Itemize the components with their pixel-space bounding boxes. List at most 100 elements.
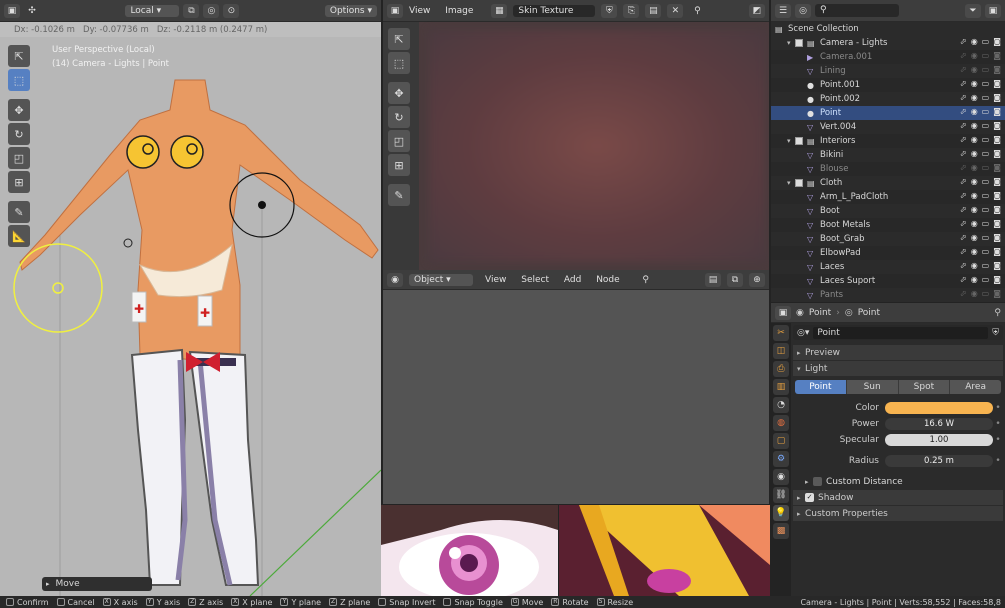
viewport-toggle-icon[interactable]: ▭ <box>982 65 990 74</box>
editor-type-icon[interactable]: ▣ <box>387 3 403 18</box>
render-toggle-icon[interactable]: ◙ <box>993 275 1001 284</box>
modifier-tab-icon[interactable]: ⚙ <box>773 451 789 467</box>
render-toggle-icon[interactable]: ◙ <box>993 219 1001 228</box>
scene-tab-icon[interactable]: ◔ <box>773 397 789 413</box>
viewport-toggle-icon[interactable]: ▭ <box>982 205 990 214</box>
light-panel-header[interactable]: ▾ Light <box>793 361 1003 376</box>
eye-icon[interactable]: ◉ <box>971 149 978 158</box>
menu-view[interactable]: View <box>485 275 506 285</box>
outliner-row[interactable]: ▽ Laces Suport ⬀ ◉ ▭ ◙ <box>771 274 1005 288</box>
rotate-tool-icon[interactable]: ↻ <box>388 106 410 128</box>
outliner-row[interactable]: ● Point.001 ⬀ ◉ ▭ ◙ <box>771 78 1005 92</box>
render-toggle-icon[interactable]: ◙ <box>993 205 1001 214</box>
keyframe-dot-icon[interactable]: • <box>993 419 1003 429</box>
select-toggle-icon[interactable]: ⬀ <box>960 107 967 116</box>
outliner-row[interactable]: ▶ Camera.001 ⬀ ◉ ▭ ◙ <box>771 50 1005 64</box>
menu-select[interactable]: Select <box>521 275 549 285</box>
viewport-toggle-icon[interactable]: ▭ <box>982 37 990 46</box>
new-collection-icon[interactable]: ▣ <box>985 3 1001 18</box>
outliner-row[interactable]: ▽ Laces ⬀ ◉ ▭ ◙ <box>771 260 1005 274</box>
annotate-tool-icon[interactable]: ✎ <box>388 184 410 206</box>
pin-icon[interactable]: ⚲ <box>638 273 654 287</box>
image-browse-icon[interactable]: ▦ <box>491 3 508 18</box>
select-toggle-icon[interactable]: ⬀ <box>960 275 967 284</box>
outliner-row[interactable]: ▾ ▤ Interiors ⬀ ◉ ▭ ◙ <box>771 134 1005 148</box>
outliner-row[interactable]: ▽ Lining ⬀ ◉ ▭ ◙ <box>771 64 1005 78</box>
texture-tab-icon[interactable]: ▩ <box>773 523 789 539</box>
overlay-icon[interactable]: ⊕ <box>749 272 765 287</box>
select-toggle-icon[interactable]: ⬀ <box>960 121 967 130</box>
exclude-checkbox[interactable] <box>795 137 803 145</box>
eye-icon[interactable]: ◉ <box>971 37 978 46</box>
render-toggle-icon[interactable]: ◙ <box>993 191 1001 200</box>
render-toggle-icon[interactable]: ◙ <box>993 65 1001 74</box>
image-name-field[interactable]: Skin Texture <box>513 4 596 17</box>
close-image-icon[interactable]: ✕ <box>667 3 684 18</box>
output-tab-icon[interactable]: ⎙ <box>773 361 789 377</box>
outliner-row[interactable]: ▽ Bikini ⬀ ◉ ▭ ◙ <box>771 148 1005 162</box>
light-type-spot[interactable]: Spot <box>897 380 950 394</box>
eye-icon[interactable]: ◉ <box>971 177 978 186</box>
view-layer-tab-icon[interactable]: ▥ <box>773 379 789 395</box>
keyframe-dot-icon[interactable]: • <box>993 435 1003 445</box>
image-editor[interactable]: ▣ View Image ▦ Skin Texture ⛨ ⎘ ▤ ✕ ⚲ ◩ … <box>383 0 769 270</box>
select-toggle-icon[interactable]: ⬀ <box>960 261 967 270</box>
physics-tab-icon[interactable]: ◉ <box>773 469 789 485</box>
3d-viewport[interactable]: ▣ ✣ Local ▾ ⧉ ◎ ⊙ Options ▾ Dx: -0.1026 … <box>0 0 381 596</box>
render-tab-icon[interactable]: ◫ <box>773 343 789 359</box>
eye-icon[interactable]: ◉ <box>971 261 978 270</box>
select-toggle-icon[interactable]: ⬀ <box>960 79 967 88</box>
eye-icon[interactable]: ◉ <box>971 219 978 228</box>
select-toggle-icon[interactable]: ⬀ <box>960 51 967 60</box>
viewport-toggle-icon[interactable]: ▭ <box>982 93 990 102</box>
radius-field[interactable]: 0.25 m <box>885 454 993 467</box>
select-toggle-icon[interactable]: ⬀ <box>960 163 967 172</box>
render-toggle-icon[interactable]: ◙ <box>993 177 1001 186</box>
menu-view[interactable]: View <box>409 6 430 16</box>
outliner-row[interactable]: ▽ Boot Metals ⬀ ◉ ▭ ◙ <box>771 218 1005 232</box>
select-toggle-icon[interactable]: ⬀ <box>960 135 967 144</box>
expand-arrow-icon[interactable]: ▾ <box>787 179 795 187</box>
pin-icon[interactable]: ⚲ <box>689 4 705 18</box>
operator-panel[interactable]: ▸ Move <box>42 577 152 591</box>
specular-field[interactable]: 1.00 <box>885 433 993 446</box>
outliner-row[interactable]: ▾ ▤ Camera - Lights ⬀ ◉ ▭ ◙ <box>771 36 1005 50</box>
render-toggle-icon[interactable]: ◙ <box>993 149 1001 158</box>
eye-icon[interactable]: ◉ <box>971 79 978 88</box>
tool-tab-icon[interactable]: ✂ <box>773 325 789 341</box>
select-tool-icon[interactable]: ⬚ <box>388 52 410 74</box>
shader-type-dropdown[interactable]: Object ▾ <box>409 273 473 286</box>
viewport-toggle-icon[interactable]: ▭ <box>982 163 990 172</box>
outliner-row[interactable]: ▽ Boot ⬀ ◉ ▭ ◙ <box>771 204 1005 218</box>
viewport-toggle-icon[interactable]: ▭ <box>982 219 990 228</box>
display-channels-icon[interactable]: ◩ <box>749 3 765 18</box>
render-toggle-icon[interactable]: ◙ <box>993 135 1001 144</box>
filter-icon[interactable]: ⏷ <box>965 3 981 18</box>
select-toggle-icon[interactable]: ⬀ <box>960 219 967 228</box>
eye-icon[interactable]: ◉ <box>971 163 978 172</box>
menu-add[interactable]: Add <box>564 275 581 285</box>
fake-user-icon[interactable]: ⛨ <box>601 3 618 18</box>
light-data-tab-icon[interactable]: 💡 <box>773 505 789 521</box>
open-image-icon[interactable]: ▤ <box>645 3 662 18</box>
exclude-checkbox[interactable] <box>795 39 803 47</box>
properties-editor[interactable]: ▣ ◉ Point › ◎ Point ⚲ ✂ ◫ ⎙ ▥ ◔ ◍ ▢ ⚙ ◉ … <box>771 303 1005 596</box>
outliner-row[interactable]: ▽ Blouse ⬀ ◉ ▭ ◙ <box>771 162 1005 176</box>
viewport-toggle-icon[interactable]: ▭ <box>982 261 990 270</box>
outliner-row[interactable]: ● Point ⬀ ◉ ▭ ◙ <box>771 106 1005 120</box>
transform-tool-icon[interactable]: ⊞ <box>388 154 410 176</box>
viewport-toggle-icon[interactable]: ▭ <box>982 233 990 242</box>
render-toggle-icon[interactable]: ◙ <box>993 247 1001 256</box>
keyframe-dot-icon[interactable]: • <box>993 403 1003 413</box>
object-tab-icon[interactable]: ▢ <box>773 433 789 449</box>
viewport-toggle-icon[interactable]: ▭ <box>982 135 990 144</box>
fake-user-icon[interactable]: ⛨ <box>992 328 999 338</box>
exclude-checkbox[interactable] <box>795 179 803 187</box>
select-toggle-icon[interactable]: ⬀ <box>960 37 967 46</box>
menu-image[interactable]: Image <box>445 6 473 16</box>
render-toggle-icon[interactable]: ◙ <box>993 107 1001 116</box>
render-toggle-icon[interactable]: ◙ <box>993 121 1001 130</box>
display-mode-icon[interactable]: ◎ <box>795 3 811 18</box>
snap-icon[interactable]: ⧉ <box>727 272 743 287</box>
viewport-toggle-icon[interactable]: ▭ <box>982 121 990 130</box>
